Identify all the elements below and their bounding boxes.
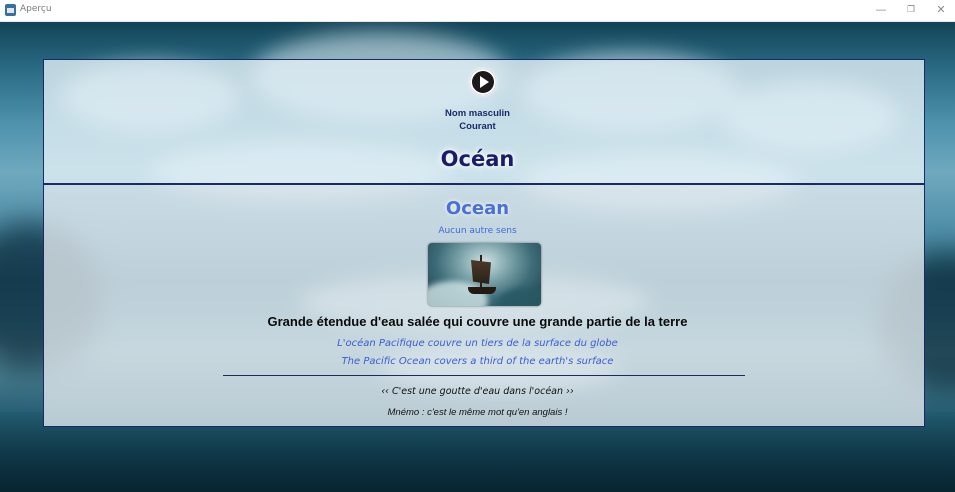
window-titlebar: Aperçu — ❐ ✕ — [0, 0, 955, 22]
example-english: The Pacific Ocean covers a third of the … — [341, 356, 614, 367]
panel-divider — [43, 184, 925, 185]
french-word: Océan — [440, 147, 515, 171]
maximize-button[interactable]: ❐ — [898, 2, 924, 18]
ship-illustration-image — [428, 243, 541, 306]
close-button[interactable]: ✕ — [928, 2, 954, 18]
play-audio-button[interactable] — [470, 69, 496, 95]
example-divider — [223, 375, 745, 376]
app-icon — [5, 4, 16, 16]
mnemonic-text: Mnémo : c'est le même mot qu'en anglais … — [387, 407, 568, 418]
english-translation: Ocean — [445, 198, 510, 219]
example-french: L'océan Pacifique couvre un tiers de la … — [337, 338, 618, 349]
usage-level: Courant — [459, 121, 496, 132]
window-title: Aperçu — [20, 4, 52, 14]
grammar-category: Nom masculin — [445, 108, 510, 119]
definition-text: Grande étendue d'eau salée qui couvre un… — [267, 314, 688, 329]
minimize-button[interactable]: — — [868, 2, 894, 18]
other-sense-note: Aucun autre sens — [438, 226, 517, 236]
idiom-text: ‹‹ C'est une goutte d'eau dans l'océan ›… — [381, 386, 574, 397]
